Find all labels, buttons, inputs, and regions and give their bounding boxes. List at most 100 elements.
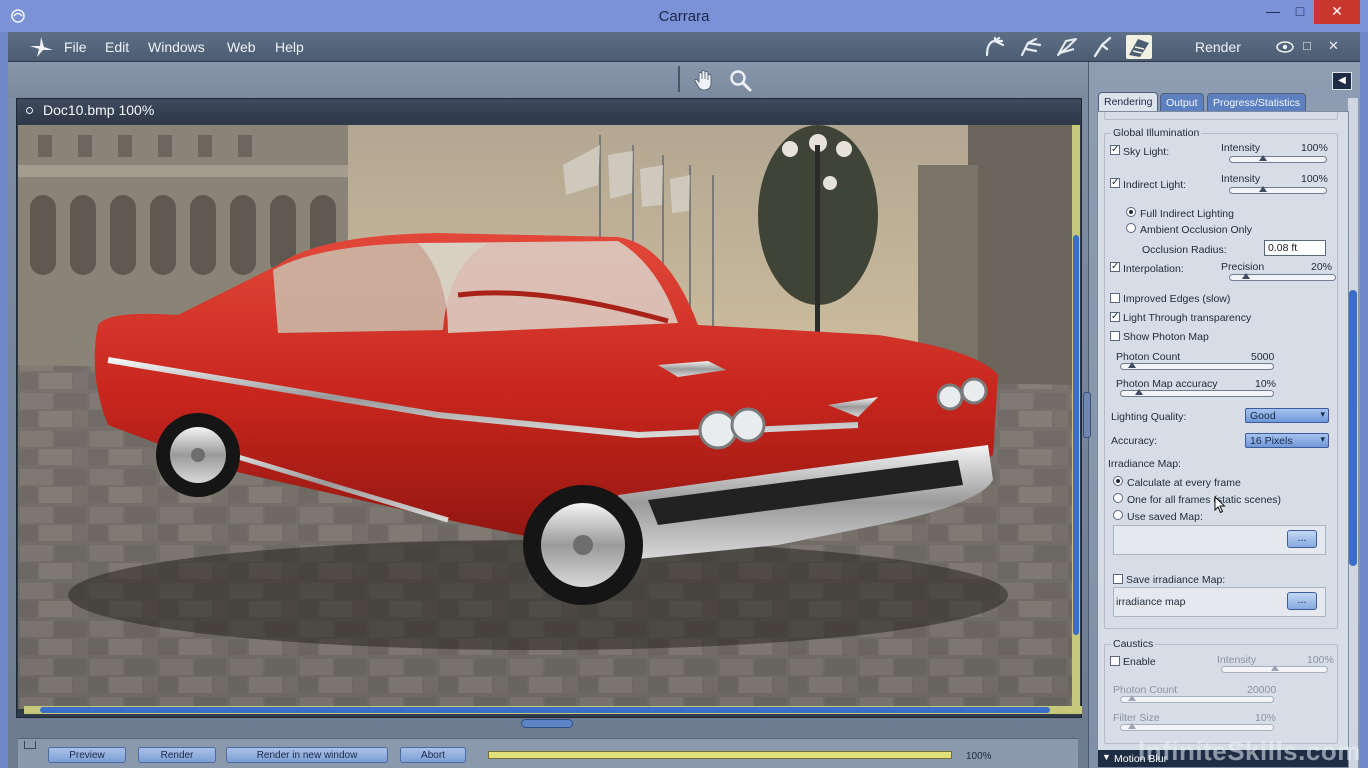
window-title: Carrara [658,8,710,25]
show-photon-map-label: Show Photon Map [1123,331,1209,343]
room-close-icon[interactable]: ✕ [1328,38,1339,54]
slider-knob[interactable] [1128,362,1136,368]
slider-knob[interactable] [1135,389,1143,395]
browse-irradiance-map-button[interactable]: ... [1287,592,1317,610]
use-saved-map-radio[interactable] [1113,510,1123,520]
panel-collapse-handle[interactable] [1083,392,1091,438]
slider-knob[interactable] [1271,665,1279,671]
sky-light-intensity-value: 100% [1301,142,1328,154]
assemble-room-icon[interactable] [983,35,1009,59]
close-window-button[interactable]: ✕ [1314,0,1360,24]
save-irradiance-map-checkbox[interactable] [1113,574,1123,584]
maximize-button[interactable]: □ [1285,0,1315,24]
app-menubar: File Edit Windows Web Help Render □ ✕ [8,32,1360,62]
precision-slider[interactable] [1229,273,1336,281]
panel-splitter-handle[interactable] [521,719,573,728]
document-horizontal-scrollbar[interactable] [24,706,1082,714]
abort-button[interactable]: Abort [400,747,466,763]
caustics-enable-checkbox[interactable] [1110,656,1120,666]
render-room-icon[interactable] [1126,35,1152,59]
full-indirect-lighting-label: Full Indirect Lighting [1140,208,1234,220]
tab-output[interactable]: Output [1160,93,1204,111]
sky-light-checkbox[interactable]: ✓ [1110,145,1120,155]
workspace: Doc10.bmp 100% Preview Render Render in … [8,62,1088,768]
tab-progress-statistics[interactable]: Progress/Statistics [1207,93,1306,111]
indirect-light-checkbox[interactable]: ✓ [1110,178,1120,188]
document-title: Doc10.bmp 100% [43,102,155,118]
precision-value: 20% [1311,261,1333,273]
panel-vertical-scrollbar[interactable] [1348,98,1358,768]
storyboard-room-icon[interactable] [1054,35,1080,59]
render-progress-text: 100% [966,751,992,762]
document-titlebar[interactable]: Doc10.bmp 100% [17,99,1081,123]
rendered-image[interactable] [18,125,1074,709]
room-maximize-icon[interactable]: □ [1303,38,1311,53]
panel-toggle-button[interactable]: ◀ [1332,72,1352,90]
photon-map-accuracy-slider[interactable] [1120,389,1274,397]
caustics-label: Caustics [1111,638,1156,650]
menu-windows[interactable]: Windows [148,39,205,55]
texture-room-icon[interactable] [1090,35,1116,59]
preview-button[interactable]: Preview [48,747,126,763]
slider-knob[interactable] [1128,723,1136,729]
horizontal-scroll-thumb[interactable] [40,707,1050,713]
window-titlebar: Carrara — □ ✕ [0,0,1368,32]
zoom-tool-icon[interactable] [728,68,752,92]
visibility-eye-icon[interactable] [1276,41,1294,53]
photon-map-accuracy-value: 10% [1255,378,1277,390]
slider-knob[interactable] [1259,186,1267,192]
minimize-button[interactable]: — [1258,0,1288,24]
sky-light-intensity-slider[interactable] [1229,155,1327,163]
document-close-icon[interactable] [26,107,33,114]
one-for-all-frames-label: One for all frames (static scenes) [1127,494,1282,506]
ambient-occlusion-label: Ambient Occlusion Only [1140,224,1253,236]
document-vertical-scrollbar[interactable] [1072,125,1080,709]
light-through-transparency-checkbox[interactable]: ✓ [1110,312,1120,322]
slider-knob[interactable] [1259,155,1267,161]
render-controls-bar: Preview Render Render in new window Abor… [18,738,1078,768]
sky-light-label: Sky Light: [1123,146,1170,158]
current-room-label: Render [1195,39,1241,55]
caustics-intensity-value: 100% [1307,654,1334,666]
slider-knob[interactable] [1128,695,1136,701]
panel-scroll-thumb[interactable] [1349,290,1357,566]
menu-file[interactable]: File [64,39,87,55]
irradiance-map-label: Irradiance Map: [1108,458,1181,470]
tab-rendering[interactable]: Rendering [1098,92,1159,112]
slider-knob[interactable] [1242,273,1250,279]
improved-edges-checkbox[interactable] [1110,293,1120,303]
watermark: InfiniteSkills.com [1138,736,1361,766]
model-room-icon[interactable] [1018,35,1044,59]
irradiance-map-filename: irradiance map [1116,596,1186,608]
lighting-quality-select[interactable]: Good ▾ [1245,408,1329,423]
indirect-light-intensity-slider[interactable] [1229,186,1327,194]
menu-web[interactable]: Web [227,39,256,55]
vertical-scroll-thumb[interactable] [1073,235,1079,635]
hand-tool-icon[interactable] [692,68,716,92]
accuracy-select[interactable]: 16 Pixels ▾ [1245,433,1329,448]
caustics-enable-label: Enable [1123,656,1156,668]
previous-group-frame [1104,112,1338,120]
one-for-all-frames-radio[interactable] [1113,493,1123,503]
filter-size-slider[interactable] [1120,723,1274,731]
accuracy-label: Accuracy: [1111,435,1158,447]
calculate-every-frame-radio[interactable] [1113,476,1123,486]
photon-count-label: Photon Count [1116,351,1181,363]
caustics-intensity-slider[interactable] [1221,665,1328,673]
full-indirect-lighting-radio[interactable] [1126,207,1136,217]
caustics-photon-count-label: Photon Count [1113,684,1178,696]
browse-saved-map-button[interactable]: ... [1287,530,1317,548]
chevron-down-icon: ▾ [1320,434,1325,444]
show-photon-map-checkbox[interactable] [1110,331,1120,341]
render-button[interactable]: Render [138,747,216,763]
occlusion-radius-field[interactable]: 0.08 ft [1264,240,1326,256]
menu-edit[interactable]: Edit [105,39,129,55]
render-in-new-window-button[interactable]: Render in new window [226,747,388,763]
caustics-photon-count-slider[interactable] [1120,695,1274,703]
indirect-light-intensity-value: 100% [1301,173,1328,185]
photon-count-slider[interactable] [1120,362,1274,370]
carrara-logo-icon [30,37,53,57]
interpolation-checkbox[interactable]: ✓ [1110,262,1120,272]
menu-help[interactable]: Help [275,39,304,55]
ambient-occlusion-radio[interactable] [1126,223,1136,233]
